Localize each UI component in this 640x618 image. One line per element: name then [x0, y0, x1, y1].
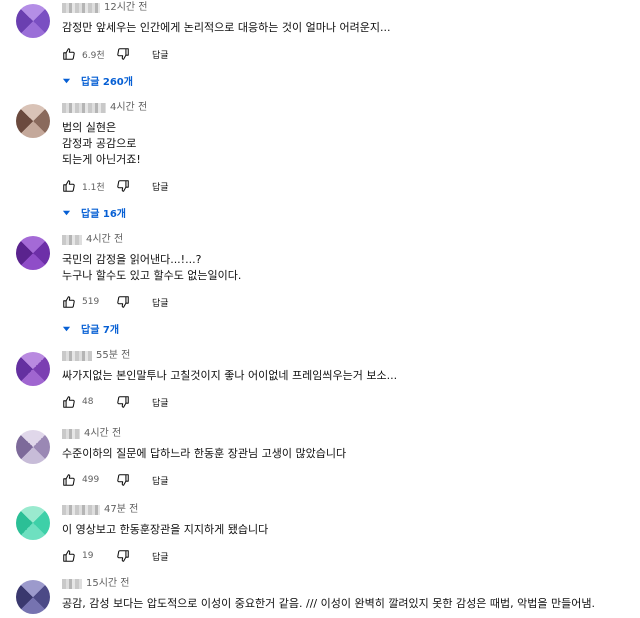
comment-time[interactable]: 12시간 전 [104, 0, 148, 16]
comment-body: 4시간 전수준이하의 질문에 답하느라 한동훈 장관님 고생이 많았습니다 499… [62, 426, 630, 490]
comment-meta: 4시간 전 [62, 232, 630, 248]
like-count: 519 [82, 297, 100, 307]
comment-body: 15시간 전공감, 감성 보다는 압도적으로 이성이 중요한거 같음. /// … [62, 576, 630, 612]
reply-button[interactable]: 답글 [152, 550, 169, 563]
avatar[interactable] [16, 352, 50, 386]
comment-time[interactable]: 4시간 전 [84, 426, 121, 442]
avatar-image [16, 506, 50, 540]
comment-time[interactable]: 55분 전 [96, 348, 130, 364]
reply-button[interactable]: 답글 [152, 48, 169, 61]
avatar-image [16, 236, 50, 270]
view-replies-button[interactable]: 답글 7개 [62, 318, 630, 338]
avatar-image [16, 4, 50, 38]
comment-actions: 499 답글 [62, 470, 630, 490]
like-icon[interactable] [62, 549, 76, 563]
comment-time[interactable]: 47분 전 [104, 502, 138, 518]
author-name[interactable] [62, 429, 80, 439]
like-count: 499 [82, 475, 100, 485]
comment-body: 4시간 전국민의 감정을 읽어낸다...!...? 누구나 할수도 있고 할수도… [62, 232, 630, 338]
comment-text: 싸가지없는 본인말투나 고칠것이지 좋나 어이없네 프레임씌우는거 보소... [62, 369, 398, 382]
comment-meta: 4시간 전 [62, 100, 630, 116]
comment-body: 47분 전이 영상보고 한동훈장관을 지지하게 됐습니다 19 답글 [62, 502, 630, 566]
comment-meta: 15시간 전 [62, 576, 630, 592]
dislike-icon[interactable] [116, 295, 130, 309]
dislike-icon[interactable] [116, 47, 130, 61]
avatar-image [16, 352, 50, 386]
like-count: 48 [82, 397, 94, 407]
comment-text: 감정만 앞세우는 인간에게 논리적으로 대응하는 것이 얼마나 어려운지... [62, 21, 391, 34]
author-name[interactable] [62, 235, 82, 245]
avatar[interactable] [16, 580, 50, 614]
comment-actions: 1.1천 답글 [62, 176, 630, 196]
author-name[interactable] [62, 351, 92, 361]
author-name[interactable] [62, 505, 100, 515]
like-count: 19 [82, 551, 94, 561]
comment-actions: 519 답글 [62, 292, 630, 312]
reply-button[interactable]: 답글 [152, 474, 169, 487]
like-icon[interactable] [62, 473, 76, 487]
avatar[interactable] [16, 4, 50, 38]
comment-text: 공감, 감성 보다는 압도적으로 이성이 중요한거 같음. /// 이성이 완벽… [62, 597, 595, 610]
comment-text: 수준이하의 질문에 답하느라 한동훈 장관님 고생이 많았습니다 [62, 447, 347, 460]
dislike-icon[interactable] [116, 473, 130, 487]
avatar-image [16, 430, 50, 464]
caret-down-icon [62, 324, 71, 333]
avatar[interactable] [16, 104, 50, 138]
reply-button[interactable]: 답글 [152, 180, 169, 193]
author-name[interactable] [62, 103, 106, 113]
comment-text: 이 영상보고 한동훈장관을 지지하게 됐습니다 [62, 523, 269, 536]
caret-down-icon [62, 208, 71, 217]
dislike-icon[interactable] [116, 395, 130, 409]
avatar[interactable] [16, 430, 50, 464]
avatar-image [16, 580, 50, 614]
reply-button[interactable]: 답글 [152, 296, 169, 309]
comment-time[interactable]: 15시간 전 [86, 576, 130, 592]
comment-actions: 19 답글 [62, 546, 630, 566]
like-icon[interactable] [62, 179, 76, 193]
comment-actions: 6.9천 답글 [62, 44, 630, 64]
comment-body: 55분 전싸가지없는 본인말투나 고칠것이지 좋나 어이없네 프레임씌우는거 보… [62, 348, 630, 412]
reply-button[interactable]: 답글 [152, 396, 169, 409]
replies-label: 답글 260개 [81, 76, 133, 88]
author-name[interactable] [62, 3, 100, 13]
view-replies-button[interactable]: 답글 16개 [62, 202, 630, 222]
like-count: 6.9천 [82, 50, 105, 61]
like-icon[interactable] [62, 395, 76, 409]
dislike-icon[interactable] [116, 179, 130, 193]
comment-text: 국민의 감정을 읽어낸다...!...? 누구나 할수도 있고 할수도 없는일이… [62, 253, 242, 282]
avatar-image [16, 104, 50, 138]
avatar[interactable] [16, 236, 50, 270]
comment-list: 12시간 전감정만 앞세우는 인간에게 논리적으로 대응하는 것이 얼마나 어려… [0, 0, 640, 618]
like-icon[interactable] [62, 295, 76, 309]
author-name[interactable] [62, 579, 82, 589]
comment-body: 12시간 전감정만 앞세우는 인간에게 논리적으로 대응하는 것이 얼마나 어려… [62, 0, 630, 90]
dislike-icon[interactable] [116, 549, 130, 563]
like-icon[interactable] [62, 47, 76, 61]
comment-meta: 12시간 전 [62, 0, 630, 16]
avatar[interactable] [16, 506, 50, 540]
replies-label: 답글 16개 [81, 208, 126, 220]
like-count: 1.1천 [82, 182, 105, 193]
comment-actions: 48 답글 [62, 392, 630, 412]
comment-time[interactable]: 4시간 전 [110, 100, 147, 116]
view-replies-button[interactable]: 답글 260개 [62, 70, 630, 90]
comment-text: 법의 실현은 감정과 공감으로 되는게 아닌거죠! [62, 121, 141, 166]
comment-meta: 4시간 전 [62, 426, 630, 442]
caret-down-icon [62, 76, 71, 85]
comment-meta: 47분 전 [62, 502, 630, 518]
comment-time[interactable]: 4시간 전 [86, 232, 123, 248]
comment-body: 4시간 전법의 실현은 감정과 공감으로 되는게 아닌거죠! 1.1천 답글답글 1… [62, 100, 630, 222]
replies-label: 답글 7개 [81, 324, 120, 336]
comment-meta: 55분 전 [62, 348, 630, 364]
